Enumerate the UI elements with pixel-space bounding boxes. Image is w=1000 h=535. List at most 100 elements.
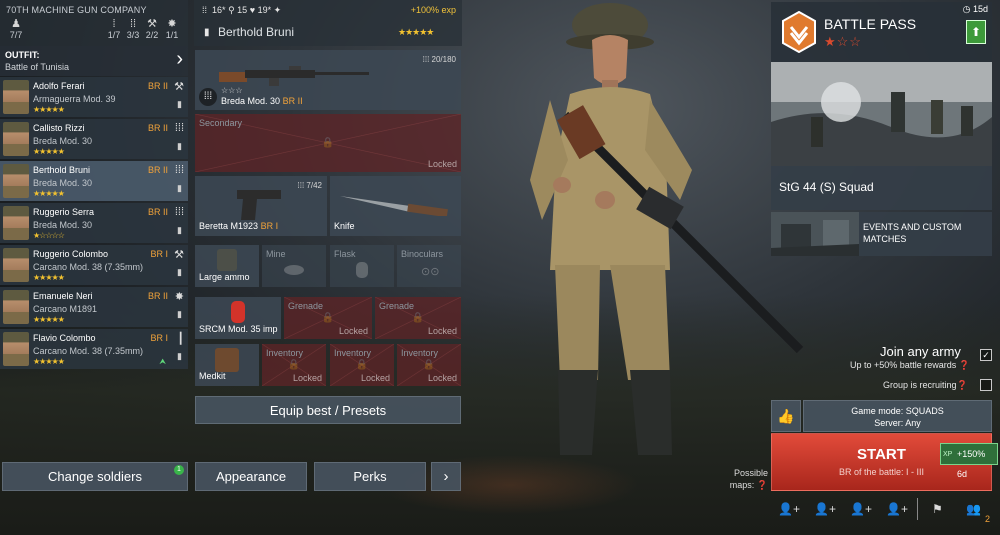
item-slot-flask[interactable]: Flask (330, 245, 394, 287)
soldier-header: ⁞⁞ 16* ⚲ 15 ♥ 19* ✦ +100% exp ▮ Berthold… (194, 0, 462, 46)
join-any-army-checkbox[interactable]: ✓ (980, 349, 992, 361)
battle-rating: BR II (147, 123, 168, 133)
join-any-army-label: Join any army (880, 344, 961, 359)
explosion-icon: ✸ (174, 291, 184, 303)
ammo-bag-icon (217, 249, 237, 271)
help-icon: ❓ (956, 380, 968, 390)
soldier-row[interactable]: Ruggerio Serra Breda Mod. 30 ★☆☆☆☆ BR II ⁞⁞⁞… (0, 203, 188, 243)
inventory-slot-2: Inventory 🔒 Locked (262, 344, 326, 386)
soldier-stars: ★★★★★ (33, 105, 65, 114)
engineer-icon: ⚒ (174, 249, 184, 261)
battle-pass-emblem-icon (782, 11, 816, 53)
soldier-stars: ★★★★★ (33, 357, 65, 366)
stat-b: 15 (237, 5, 248, 15)
soldier-name: Ruggerio Colombo (33, 249, 109, 259)
perks-button[interactable]: Perks (314, 462, 426, 491)
grenade-slot-1[interactable]: SRCM Mod. 35 imp (195, 297, 281, 339)
notification-badge: 1 (174, 465, 184, 475)
avatar (3, 206, 29, 240)
soldier-row[interactable]: Berthold Bruni Breda Mod. 30 ★★★★★ BR II ⁞⁞⁞… (0, 161, 188, 201)
rank-icon: ▮ (204, 27, 210, 38)
locked-label: Locked (360, 373, 390, 383)
machine-gunner-icon: ⁞⁞⁞ (174, 122, 184, 134)
game-mode-label: Game mode: SQUADS (851, 406, 944, 416)
equip-best-button[interactable]: Equip best / Presets (195, 396, 461, 424)
inventory-label: Inventory (401, 348, 439, 358)
pistol-slot[interactable]: ⁞⁞⁞ 7/42 Beretta M1923 BR I (195, 176, 327, 236)
upgrade-arrow-icon[interactable]: ⬆ (966, 20, 986, 44)
avatar (3, 164, 29, 198)
soldier-row[interactable]: Flavio Colombo Carcano Mod. 38 (7.35mm) ★★… (0, 329, 188, 369)
events-custom-matches[interactable]: EVENTS AND CUSTOM MATCHES (771, 212, 992, 256)
appearance-button[interactable]: Appearance (195, 462, 307, 491)
like-button[interactable]: 👍 (771, 400, 801, 432)
person-icon: ♟ (11, 18, 21, 30)
lock-icon: 🔒 (422, 359, 436, 371)
soldier-row[interactable]: Ruggerio Colombo Carcano Mod. 38 (7.35mm)… (0, 245, 188, 285)
outfit-selector[interactable]: OUTFIT: Battle of Tunisia › (0, 46, 188, 76)
add-friend-icon[interactable]: 👤+ (886, 502, 908, 516)
secondary-slot: Secondary 🔒 Locked (195, 114, 461, 172)
server-label: Server: Any (874, 418, 921, 428)
rank-icon: ▮ (177, 309, 182, 319)
add-friend-icon[interactable]: 👤+ (778, 502, 800, 516)
machine-gun-icon (219, 66, 369, 86)
clock-icon: ◷ (962, 4, 973, 14)
lock-icon: 🔒 (321, 312, 335, 324)
rank-icon: ▮ (177, 267, 182, 277)
group-recruiting-checkbox[interactable] (980, 379, 992, 391)
add-friend-icon[interactable]: 👤+ (814, 502, 836, 516)
flag-icon[interactable]: ⚑ (932, 502, 943, 516)
rank-icon: ▮ (177, 183, 182, 193)
battle-rating: BR II (147, 291, 168, 301)
events-thumbnail (771, 212, 859, 256)
grenade-name: SRCM Mod. 35 imp (199, 324, 278, 334)
avatar (3, 122, 29, 156)
add-friend-icon[interactable]: 👤+ (850, 502, 872, 516)
inventory-label: Inventory (334, 348, 372, 358)
soldier-name: Adolfo Ferari (33, 81, 85, 91)
xp-icon: XP (943, 451, 953, 458)
grenade-label: Grenade (379, 301, 415, 311)
soldier-row[interactable]: Emanuele Neri Carcano M1891 ★★★★★ BR II ✸ ▮ (0, 287, 188, 327)
item-slot-binoculars[interactable]: Binoculars ⊙⊙ (397, 245, 461, 287)
melee-slot[interactable]: Knife (330, 176, 461, 236)
soldier-row[interactable]: Adolfo Ferari Armaguerra Mod. 39 ★★★★★ BR I… (0, 77, 188, 117)
rifleman-icon: ┃ (177, 333, 184, 345)
soldier-stars: ★★★★★ (33, 273, 65, 282)
item-label: Large ammo (199, 272, 250, 282)
ammo-type-icon: ⁞⁞⁞ (199, 88, 217, 106)
count-value: 7/7 (9, 30, 23, 40)
soldier-row[interactable]: Callisto Rizzi Breda Mod. 30 ★★★★★ BR II ⁞⁞⁞… (0, 119, 188, 159)
inventory-slot-medkit[interactable]: Medkit (195, 344, 259, 386)
soldier-weapon: Breda Mod. 30 (33, 178, 93, 188)
primary-weapon-slot[interactable]: ⁞⁞⁞ 20/180 ⁞⁞⁞ ☆☆☆ Breda Mod. 30 BR II (195, 50, 461, 110)
next-button[interactable]: › (431, 462, 461, 491)
friends-icon[interactable]: 👥 (966, 502, 981, 516)
item-label: Flask (334, 249, 356, 259)
primary-weapon-name: Breda Mod. 30 BR II (221, 96, 303, 106)
soldier-weapon: Carcano Mod. 38 (7.35mm) (33, 262, 144, 272)
item-slot-ammo[interactable]: Large ammo (195, 245, 259, 287)
count-value: 2/2 (145, 30, 159, 40)
battle-pass-panel[interactable]: BATTLE PASS ★☆☆ ◷ 15d ⬆ (771, 2, 992, 62)
locked-label: Locked (427, 373, 457, 383)
change-soldiers-button[interactable]: Change soldiers 1 (2, 462, 188, 491)
xp-boost-badge[interactable]: XP +150% 6d (940, 443, 998, 479)
knife-icon (340, 196, 448, 216)
sprint-icon: ✦ (273, 5, 282, 15)
soldier-figure (530, 3, 804, 455)
binoculars-icon: ⊙⊙ (421, 266, 440, 278)
battle-pass-timer: ◷ 15d (962, 4, 988, 14)
battle-pass-image[interactable] (771, 62, 992, 166)
item-label: Binoculars (401, 249, 444, 259)
soldier-stats: ⁞⁞ 16* ⚲ 15 ♥ 19* ✦ (202, 5, 281, 16)
ammo-icon: ⁞⁞⁞ (422, 55, 432, 64)
avatar (3, 80, 29, 114)
item-slot-mine[interactable]: Mine (262, 245, 326, 287)
game-mode-selector[interactable]: Game mode: SQUADS Server: Any (803, 400, 992, 432)
soldier-stars: ★☆☆☆☆ (33, 231, 65, 240)
squad-offer[interactable]: StG 44 (S) Squad (771, 166, 992, 210)
soldier-weapon: Armaguerra Mod. 39 (33, 94, 116, 104)
count-value: 1/1 (165, 30, 179, 40)
